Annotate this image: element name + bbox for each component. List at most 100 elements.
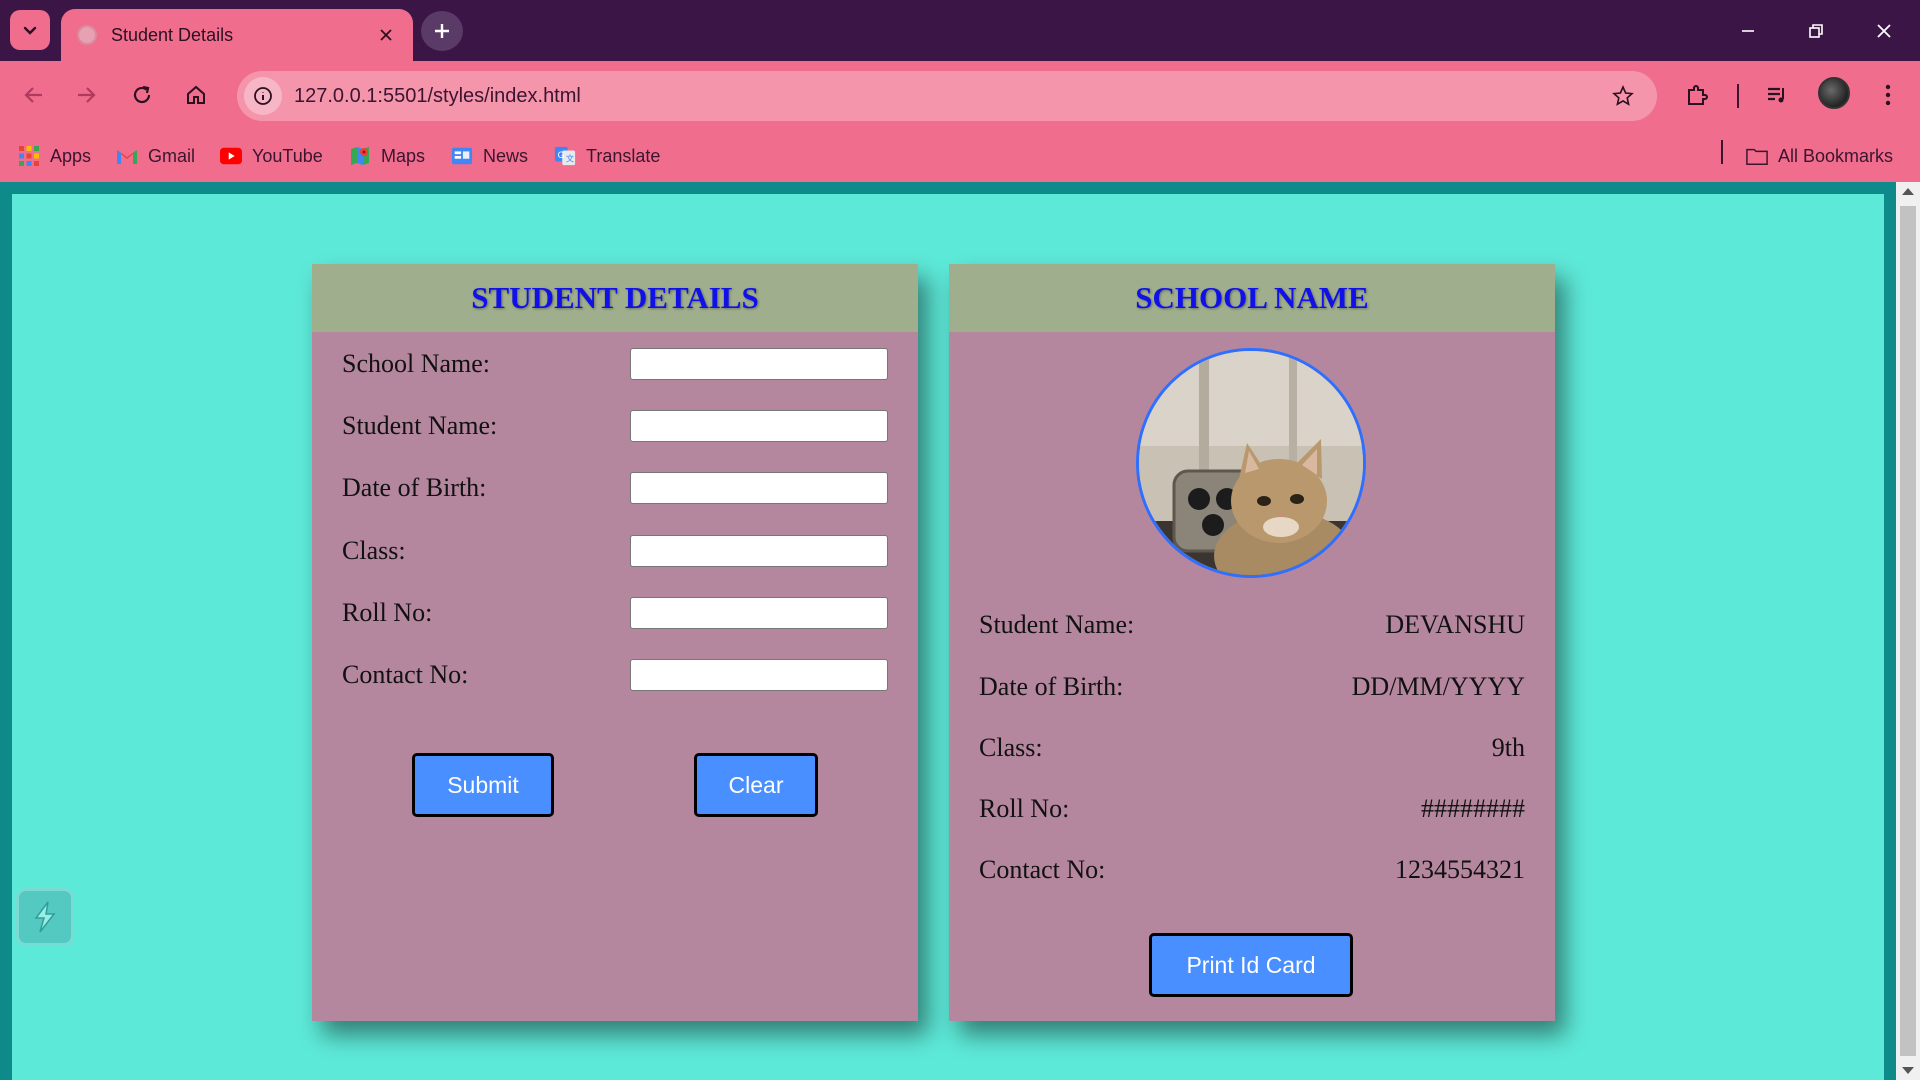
contact-no-input[interactable] — [630, 659, 888, 691]
bookmark-label: Gmail — [148, 145, 196, 166]
submit-button[interactable]: Submit — [412, 753, 554, 817]
vertical-scrollbar[interactable] — [1896, 182, 1920, 1080]
forward-button[interactable] — [66, 75, 106, 115]
news-icon — [451, 145, 473, 167]
profile-avatar[interactable] — [1818, 77, 1850, 109]
scroll-up-arrow-icon[interactable] — [1902, 188, 1914, 195]
date-of-birth-value: DD/MM/YYYY — [1351, 672, 1525, 701]
gmail-icon — [116, 145, 138, 167]
info-row-class: Class: 9th — [979, 728, 1525, 768]
back-button[interactable] — [14, 75, 54, 115]
url-text[interactable]: 127.0.0.1:5501/styles/index.html — [294, 85, 1603, 108]
field-roll-no: Roll No: — [342, 596, 888, 630]
arrow-right-icon — [78, 87, 96, 103]
close-window-button[interactable] — [1850, 0, 1918, 61]
form-title: STUDENT DETAILS — [471, 280, 759, 315]
field-student-name: Student Name: — [342, 409, 888, 443]
extensions-button[interactable] — [1677, 75, 1717, 115]
print-id-card-button[interactable]: Print Id Card — [1149, 933, 1353, 997]
bookmark-maps[interactable]: Maps — [349, 141, 425, 171]
student-name-value: DEVANSHU — [1385, 610, 1525, 639]
home-icon — [187, 85, 205, 104]
kebab-menu-icon — [1885, 84, 1891, 106]
playlist-icon — [1768, 87, 1784, 103]
bookmark-apps[interactable]: Apps — [18, 141, 91, 171]
plus-icon — [435, 24, 449, 38]
maps-icon — [349, 145, 371, 167]
close-icon — [1877, 23, 1891, 38]
info-label: Class: — [979, 733, 1043, 762]
chevron-down-icon — [23, 26, 37, 35]
toolbar-separator — [1737, 84, 1739, 108]
clear-button[interactable]: Clear — [694, 753, 818, 817]
all-bookmarks-label: All Bookmarks — [1778, 145, 1894, 166]
field-contact-no: Contact No: — [342, 658, 888, 692]
page-background — [12, 194, 1884, 1080]
svg-text:G: G — [558, 150, 565, 160]
close-icon — [380, 29, 392, 41]
home-button[interactable] — [176, 75, 216, 115]
new-tab-button[interactable] — [421, 11, 463, 51]
all-bookmarks-button[interactable]: All Bookmarks — [1746, 141, 1893, 171]
bookmark-label: YouTube — [252, 145, 323, 166]
info-label: Student Name: — [979, 610, 1135, 639]
field-label: Class: — [342, 536, 406, 565]
globe-icon — [77, 25, 97, 45]
info-row-date-of-birth: Date of Birth: DD/MM/YYYY — [979, 667, 1525, 707]
roll-no-input[interactable] — [630, 597, 888, 629]
card-header: SCHOOL NAME — [949, 264, 1555, 332]
restore-button[interactable] — [1782, 0, 1850, 61]
bookmark-star-icon[interactable] — [1603, 76, 1643, 116]
field-label: Contact No: — [342, 660, 469, 689]
bookmarks-separator — [1721, 140, 1723, 164]
bookmark-youtube[interactable]: YouTube — [220, 141, 323, 171]
kitten-photo-image — [1139, 351, 1363, 575]
date-of-birth-input[interactable] — [630, 472, 888, 504]
field-label: School Name: — [342, 349, 491, 378]
bookmark-news[interactable]: News — [451, 141, 528, 171]
browser-toolbar: 127.0.0.1:5501/styles/index.html — [0, 61, 1920, 130]
info-row-roll-no: Roll No: ######## — [979, 789, 1525, 829]
puzzle-icon — [1688, 85, 1708, 105]
contact-no-value: 1234554321 — [1395, 855, 1525, 884]
field-label: Roll No: — [342, 598, 433, 627]
arrow-left-icon — [24, 87, 42, 103]
bookmark-gmail[interactable]: Gmail — [116, 141, 195, 171]
svg-text:文: 文 — [566, 154, 574, 164]
tab-search-button[interactable] — [10, 10, 50, 50]
info-label: Roll No: — [979, 794, 1070, 823]
media-control-button[interactable] — [1757, 75, 1797, 115]
menu-button[interactable] — [1868, 75, 1908, 115]
school-name-input[interactable] — [630, 348, 888, 380]
tab-title: Student Details — [111, 24, 234, 45]
youtube-icon — [220, 145, 242, 167]
reload-button[interactable] — [122, 75, 162, 115]
card-header: STUDENT DETAILS — [312, 264, 918, 332]
restore-icon — [1809, 23, 1823, 38]
student-name-input[interactable] — [630, 410, 888, 442]
apps-grid-icon — [18, 145, 40, 167]
floating-extension-button[interactable] — [16, 888, 74, 946]
scroll-thumb[interactable] — [1900, 206, 1916, 1056]
class-value: 9th — [1491, 733, 1525, 762]
tab-close-button[interactable] — [375, 24, 397, 46]
address-bar[interactable]: 127.0.0.1:5501/styles/index.html — [237, 71, 1657, 121]
school-name-title: SCHOOL NAME — [1135, 280, 1369, 315]
class-input[interactable] — [630, 535, 888, 567]
minimize-button[interactable] — [1714, 0, 1782, 61]
lightning-icon — [34, 901, 56, 933]
field-class: Class: — [342, 534, 888, 568]
site-info-icon[interactable] — [244, 77, 282, 115]
folder-icon — [1746, 145, 1768, 167]
bookmark-label: Translate — [586, 145, 661, 166]
translate-icon: G文 — [554, 145, 576, 167]
tab-student-details[interactable]: Student Details — [61, 9, 413, 61]
scroll-down-arrow-icon[interactable] — [1902, 1067, 1914, 1074]
bookmark-label: News — [483, 145, 529, 166]
info-label: Date of Birth: — [979, 672, 1124, 701]
bookmark-translate[interactable]: G文 Translate — [554, 141, 660, 171]
field-school-name: School Name: — [342, 347, 888, 381]
roll-no-value: ######## — [1421, 794, 1525, 823]
browser-titlebar: Student Details — [0, 0, 1920, 61]
bookmarks-bar: Apps Gmail YouTube Maps News G文 Translat… — [0, 130, 1920, 182]
